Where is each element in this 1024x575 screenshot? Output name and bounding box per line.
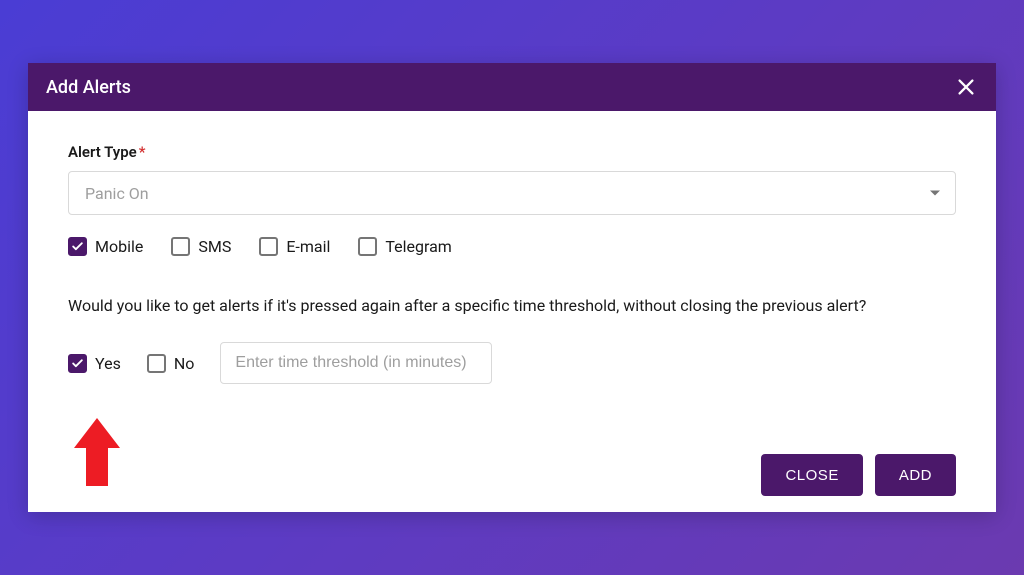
yes-no-row: Yes No: [68, 342, 956, 384]
add-button[interactable]: ADD: [875, 454, 956, 496]
channel-checkbox-row: Mobile SMS E-mail Telegram: [68, 237, 956, 256]
threshold-question: Would you like to get alerts if it's pre…: [68, 294, 956, 318]
telegram-checkbox[interactable]: [358, 237, 377, 256]
channel-email: E-mail: [259, 237, 330, 256]
close-icon[interactable]: [954, 75, 978, 99]
add-alerts-modal: Add Alerts Alert Type* Panic On Mobile: [28, 63, 996, 512]
required-asterisk: *: [139, 143, 146, 161]
yes-option: Yes: [68, 354, 121, 373]
email-checkbox[interactable]: [259, 237, 278, 256]
mobile-checkbox[interactable]: [68, 237, 87, 256]
mobile-label: Mobile: [95, 237, 143, 256]
channel-mobile: Mobile: [68, 237, 143, 256]
channel-sms: SMS: [171, 237, 231, 256]
yes-checkbox[interactable]: [68, 354, 87, 373]
alert-type-label-text: Alert Type: [68, 143, 137, 161]
email-label: E-mail: [286, 237, 330, 256]
modal-header: Add Alerts: [28, 63, 996, 111]
alert-type-label: Alert Type*: [68, 143, 956, 161]
yes-label: Yes: [95, 354, 121, 373]
telegram-label: Telegram: [385, 237, 451, 256]
no-option: No: [147, 354, 195, 373]
alert-type-select[interactable]: Panic On: [68, 171, 956, 215]
sms-label: SMS: [198, 237, 231, 256]
arrow-up-icon: [70, 416, 124, 488]
modal-footer: CLOSE ADD: [761, 454, 956, 496]
modal-body: Alert Type* Panic On Mobile SMS: [28, 111, 996, 404]
channel-telegram: Telegram: [358, 237, 451, 256]
sms-checkbox[interactable]: [171, 237, 190, 256]
close-button[interactable]: CLOSE: [761, 454, 862, 496]
threshold-input[interactable]: [220, 342, 492, 384]
alert-type-select-wrapper: Panic On: [68, 171, 956, 215]
no-checkbox[interactable]: [147, 354, 166, 373]
modal-title: Add Alerts: [46, 77, 131, 98]
no-label: No: [174, 354, 195, 373]
